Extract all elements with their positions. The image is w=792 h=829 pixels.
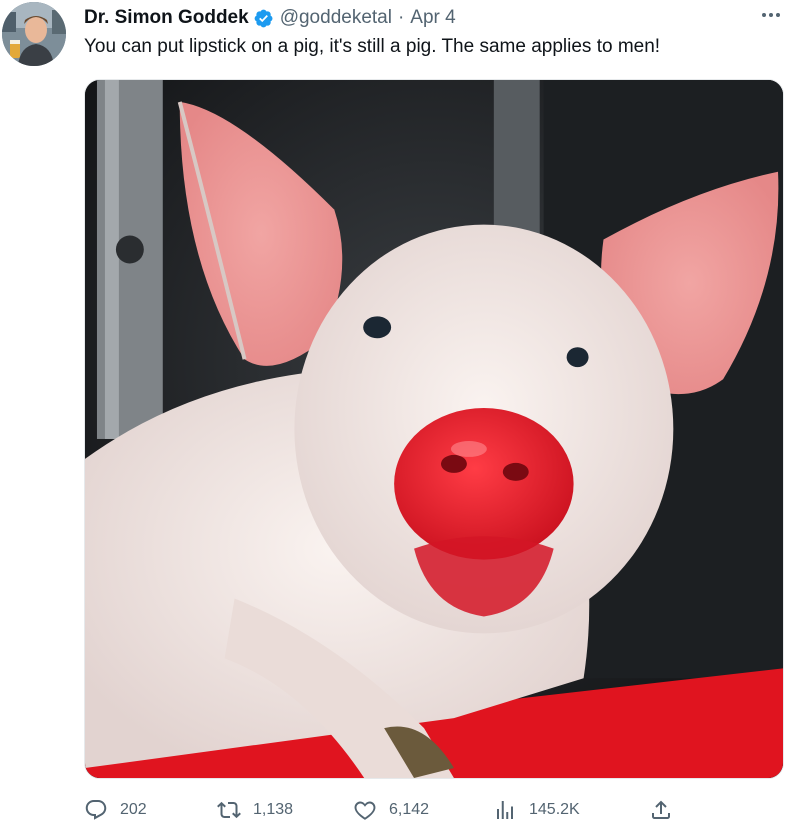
more-horizontal-icon[interactable] bbox=[760, 8, 782, 23]
tweet-actions: 202 1,138 6,142 145.2K bbox=[84, 792, 684, 828]
verified-badge-icon[interactable] bbox=[253, 8, 274, 29]
share-button[interactable] bbox=[649, 792, 685, 828]
views-button[interactable]: 145.2K bbox=[493, 792, 580, 828]
tweet-media-image[interactable] bbox=[84, 79, 784, 779]
repost-count: 1,138 bbox=[253, 801, 294, 818]
author-handle[interactable]: @goddeketal bbox=[280, 7, 392, 29]
like-count: 6,142 bbox=[389, 801, 430, 818]
author-avatar[interactable] bbox=[2, 2, 66, 66]
views-icon bbox=[497, 801, 513, 819]
share-icon bbox=[652, 800, 670, 819]
repost-button[interactable]: 1,138 bbox=[217, 792, 293, 828]
separator-dot: · bbox=[397, 7, 405, 28]
like-icon bbox=[354, 801, 376, 820]
pig-photo bbox=[85, 80, 783, 778]
tweet-text: You can put lipstick on a pig, it's stil… bbox=[84, 36, 661, 57]
repost-icon bbox=[217, 801, 241, 819]
tweet-header: Dr. Simon Goddek @goddeketal · Apr 4 bbox=[84, 6, 456, 30]
author-name[interactable]: Dr. Simon Goddek bbox=[84, 7, 249, 29]
views-count: 145.2K bbox=[529, 801, 580, 818]
reply-button[interactable]: 202 bbox=[84, 792, 147, 828]
reply-count: 202 bbox=[120, 801, 147, 818]
like-button[interactable]: 6,142 bbox=[353, 792, 429, 828]
tweet-date[interactable]: Apr 4 bbox=[410, 7, 455, 29]
reply-icon bbox=[85, 800, 107, 820]
avatar-image bbox=[2, 2, 66, 66]
